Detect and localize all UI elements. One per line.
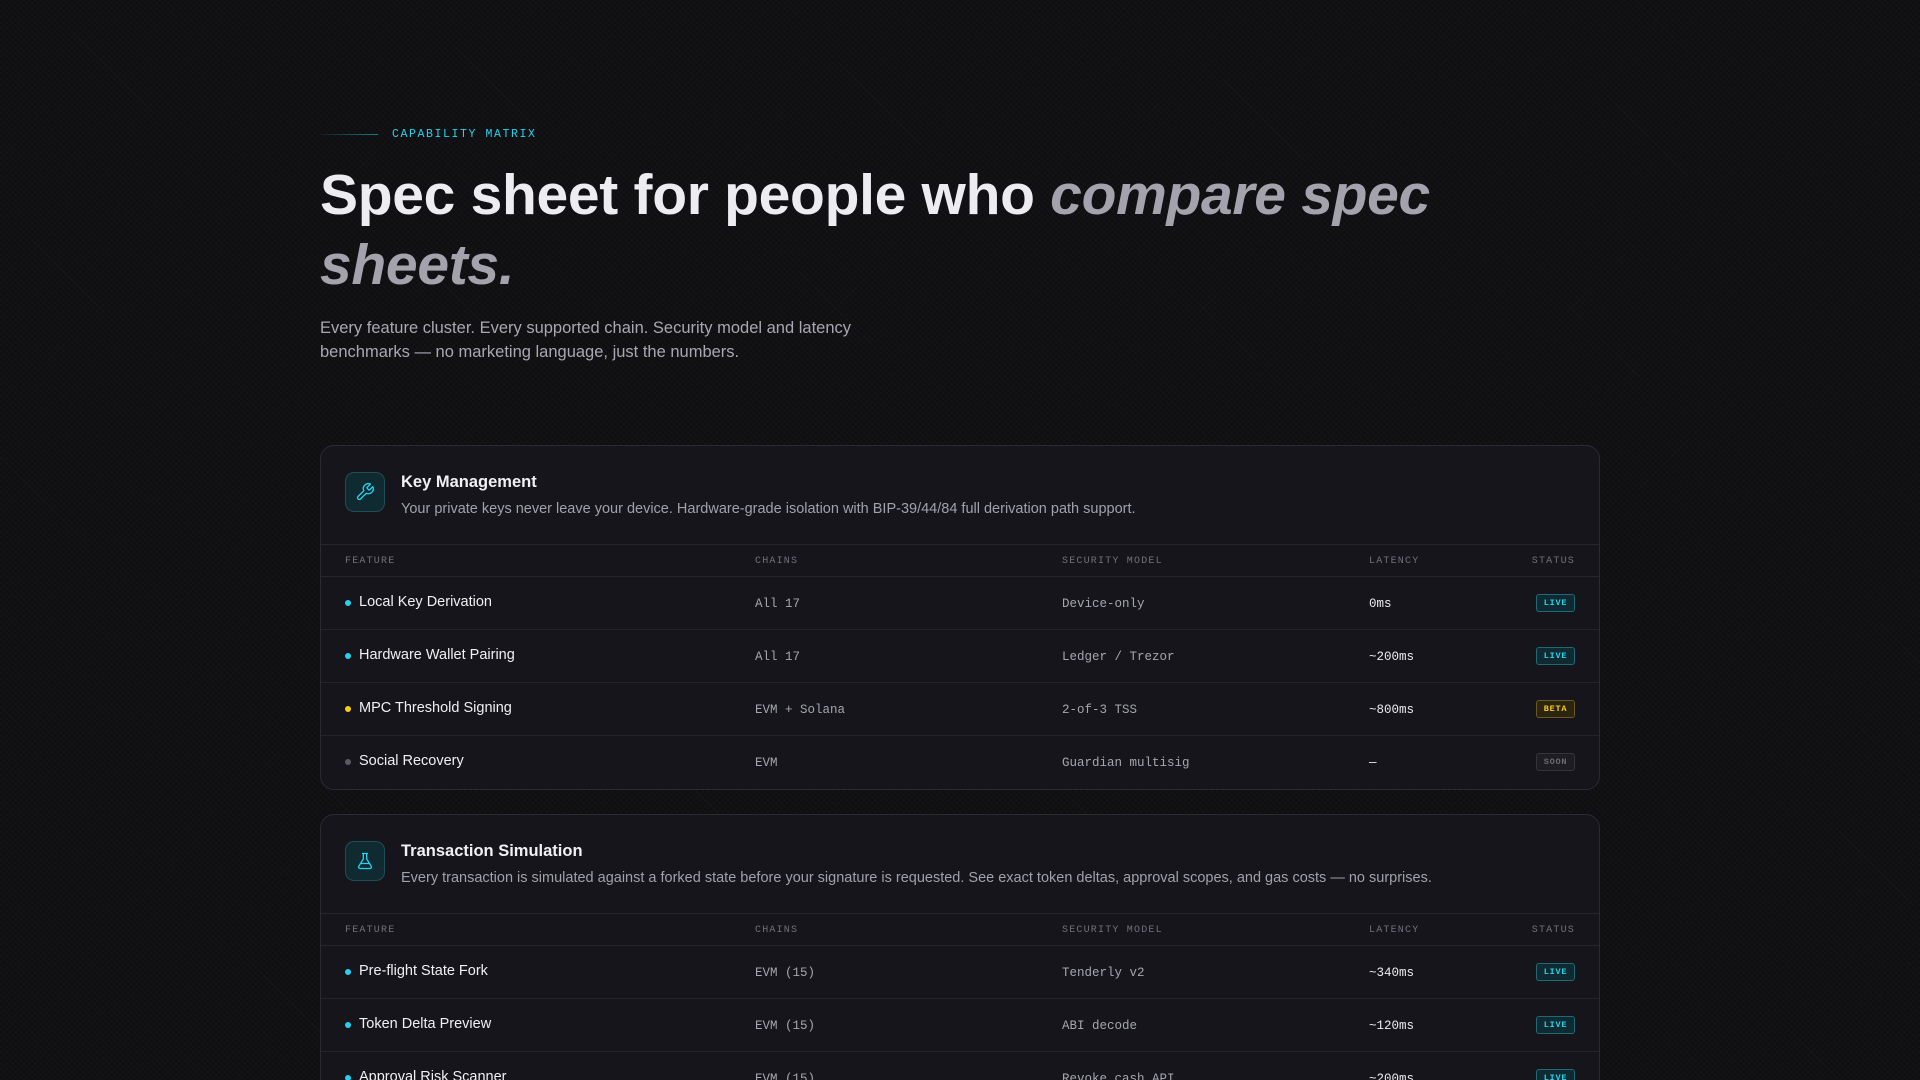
column-header-feature: FEATURE [345,556,396,567]
chains-value: EVM (15) [755,1019,816,1033]
status-dot [345,1075,351,1080]
table-row: Approval Risk Scanner EVM (15) Revoke.ca… [321,1052,1599,1080]
security-value: ABI decode [1062,1019,1138,1033]
table-row: Hardware Wallet Pairing All 17 Ledger / … [321,630,1599,683]
table-row: Pre-flight State Fork EVM (15) Tenderly … [321,946,1599,999]
section-description: Every transaction is simulated against a… [401,870,1432,886]
status-badge: LIVE [1536,594,1575,612]
section-key-management: Key Management Your private keys never l… [320,445,1600,790]
feature-name: Local Key Derivation [359,594,492,610]
column-header-security: SECURITY MODEL [1062,925,1163,936]
eyebrow: CAPABILITY MATRIX [320,128,537,141]
headline-main: Spec sheet for people who [320,163,1051,227]
status-dot [345,759,351,765]
latency-value: ~200ms [1369,1072,1415,1080]
latency-value: ~200ms [1369,650,1415,664]
latency-value: — [1369,756,1377,770]
security-value: Ledger / Trezor [1062,650,1175,664]
table-header: FEATURE CHAINS SECURITY MODEL LATENCY ST… [321,914,1599,946]
latency-value: ~800ms [1369,703,1415,717]
feature-name: Token Delta Preview [359,1016,492,1032]
table-row: Token Delta Preview EVM (15) ABI decode … [321,999,1599,1052]
table-header: FEATURE CHAINS SECURITY MODEL LATENCY ST… [321,545,1599,577]
status-dot [345,706,351,712]
section-transaction-simulation: Transaction Simulation Every transaction… [320,814,1600,1080]
wrench-icon [345,472,385,512]
security-value: Device-only [1062,597,1145,611]
status-badge: LIVE [1536,1016,1575,1034]
security-value: Guardian multisig [1062,756,1190,770]
eyebrow-line [320,134,378,135]
chains-value: All 17 [755,597,801,611]
chains-value: EVM (15) [755,966,816,980]
flask-icon [345,841,385,881]
table-row: Social Recovery EVM Guardian multisig — … [321,736,1599,789]
feature-name: Hardware Wallet Pairing [359,647,515,663]
latency-value: ~340ms [1369,966,1415,980]
column-header-feature: FEATURE [345,925,396,936]
chains-value: EVM + Solana [755,703,846,717]
chains-value: EVM [755,756,778,770]
status-badge: LIVE [1536,647,1575,665]
page-title: Spec sheet for people who compare spec s… [320,160,1500,300]
feature-name: Pre-flight State Fork [359,963,488,979]
section-title: Key Management [401,473,537,491]
column-header-security: SECURITY MODEL [1062,556,1163,567]
section-header: Key Management Your private keys never l… [321,446,1599,545]
security-value: Revoke.cash API [1062,1072,1175,1080]
feature-name: Social Recovery [359,753,464,769]
column-header-chains: CHAINS [755,556,799,567]
security-value: Tenderly v2 [1062,966,1145,980]
column-header-latency: LATENCY [1369,556,1420,567]
column-header-status: STATUS [1531,925,1575,936]
column-header-latency: LATENCY [1369,925,1420,936]
status-badge: LIVE [1536,1069,1575,1080]
chains-value: EVM (15) [755,1072,816,1080]
status-dot [345,653,351,659]
table-row: Local Key Derivation All 17 Device-only … [321,577,1599,630]
eyebrow-label: CAPABILITY MATRIX [392,128,537,141]
status-dot [345,600,351,606]
latency-value: ~120ms [1369,1019,1415,1033]
feature-name: MPC Threshold Signing [359,700,512,716]
status-dot [345,969,351,975]
security-value: 2-of-3 TSS [1062,703,1138,717]
section-description: Your private keys never leave your devic… [401,501,1136,517]
status-badge: SOON [1536,753,1575,771]
feature-name: Approval Risk Scanner [359,1069,507,1080]
page-subtitle: Every feature cluster. Every supported c… [320,319,852,361]
column-header-chains: CHAINS [755,925,799,936]
section-title: Transaction Simulation [401,842,583,860]
column-header-status: STATUS [1531,556,1575,567]
section-header: Transaction Simulation Every transaction… [321,815,1599,914]
status-badge: LIVE [1536,963,1575,981]
chains-value: All 17 [755,650,801,664]
status-badge: BETA [1536,700,1575,718]
table-row: MPC Threshold Signing EVM + Solana 2-of-… [321,683,1599,736]
latency-value: 0ms [1369,597,1392,611]
status-dot [345,1022,351,1028]
